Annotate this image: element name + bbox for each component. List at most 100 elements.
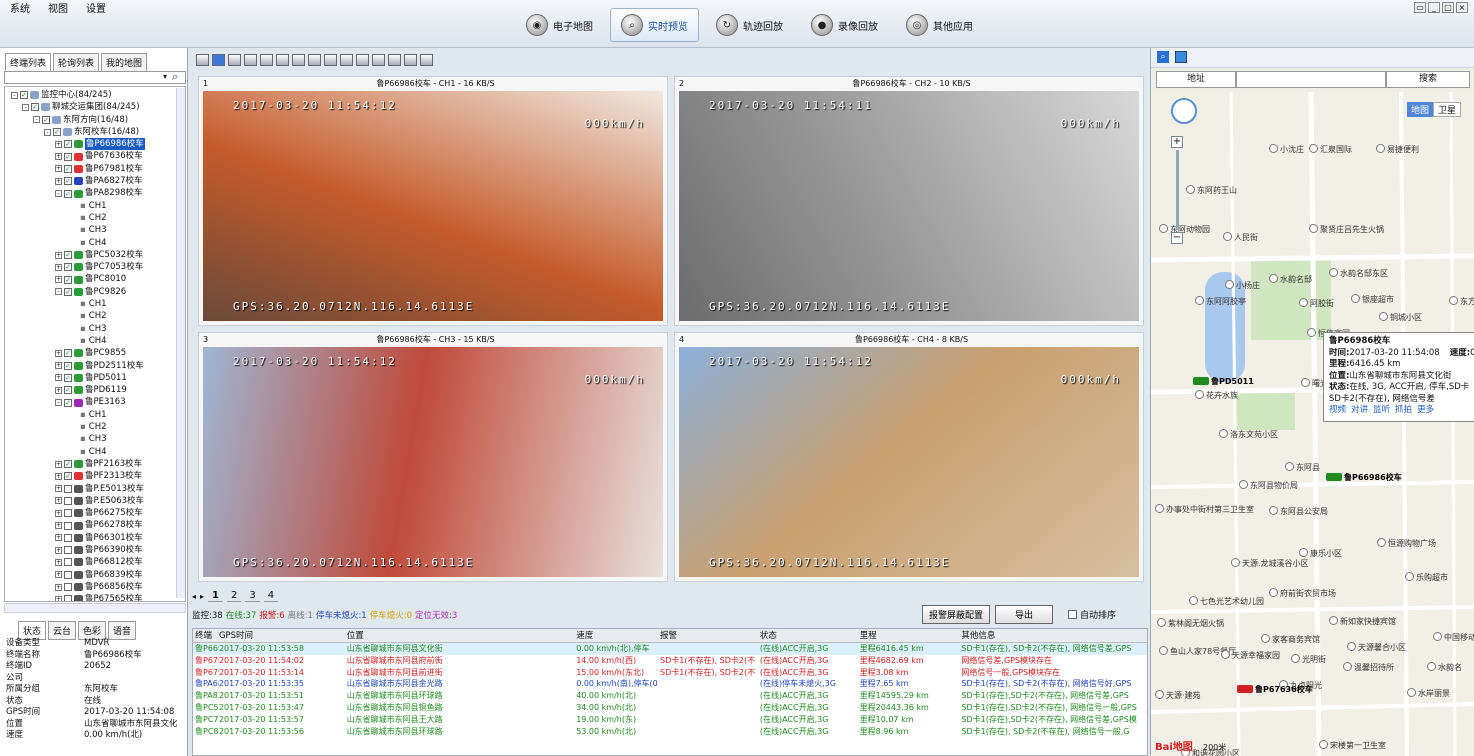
tree-checkbox[interactable]: ✓ — [64, 177, 72, 186]
map-poi-label[interactable]: 光明街 — [1291, 654, 1326, 665]
tree-node[interactable]: + ✓ 鲁PC5032校车 — [5, 249, 185, 261]
status-parked[interactable]: 停车未熄火:1 — [316, 609, 367, 621]
expand-icon[interactable]: + — [55, 251, 62, 259]
nav-recording-button[interactable]: ● 录像回放 — [800, 8, 889, 42]
map-poi-label[interactable]: 天源幸福家园 — [1221, 650, 1280, 661]
tree-checkbox[interactable]: ✓ — [64, 263, 72, 272]
minimize-icon[interactable]: _ — [1428, 2, 1440, 13]
map-poi-label[interactable]: 银座超市 — [1351, 294, 1394, 305]
tree-checkbox[interactable]: ✓ — [42, 115, 50, 124]
layout-16-icon[interactable] — [276, 54, 289, 66]
left-tab-1[interactable]: 轮询列表 — [53, 53, 100, 72]
tree-checkbox[interactable] — [64, 595, 72, 601]
popup-link-0[interactable]: 视频 — [1329, 405, 1346, 415]
popup-link-3[interactable]: 抓拍 — [1395, 405, 1412, 415]
expand-icon[interactable]: + — [55, 165, 62, 173]
map-poi-label[interactable]: 洛东文苑小区 — [1219, 429, 1278, 440]
expand-icon[interactable]: + — [55, 349, 62, 357]
zoom-in-icon[interactable]: + — [1171, 136, 1183, 148]
tree-node[interactable]: + 鲁P66278校车 — [5, 519, 185, 531]
map-poi-label[interactable]: 东阿县 — [1285, 462, 1320, 473]
map-poi-label[interactable]: 天源.龙城溪谷小区 — [1231, 558, 1309, 569]
zoom-out-icon[interactable]: − — [1171, 232, 1183, 244]
left-tab-2[interactable]: 我的地图 — [101, 53, 148, 72]
popup-link-2[interactable]: 监听 — [1373, 405, 1390, 415]
tree-checkbox[interactable]: ✓ — [64, 373, 72, 382]
snapshot-icon[interactable] — [356, 54, 369, 66]
tree-checkbox[interactable] — [64, 484, 72, 493]
map-poi-label[interactable]: 东阿县公安局 — [1269, 506, 1328, 517]
status-parked-off[interactable]: 停车熄火:0 — [370, 609, 412, 621]
tree-node[interactable]: - ✓ 监控中心(84/245) — [5, 89, 185, 101]
tree-checkbox[interactable]: ✓ — [64, 189, 72, 198]
video-window-2[interactable]: 2 鲁P66986校车 - CH2 - 10 KB/S 2017-03-20 11:… — [674, 76, 1144, 326]
tree-node[interactable]: - ✓ 鲁PE3163 — [5, 396, 185, 408]
expand-icon[interactable]: + — [55, 583, 62, 591]
video-feed[interactable]: 2017-03-20 11:54:11 000km/h GPS:36.20.0712… — [679, 91, 1139, 321]
page-tab-3[interactable]: 3 — [245, 590, 260, 602]
tree-checkbox[interactable]: ✓ — [64, 140, 72, 149]
close-icon[interactable]: × — [1456, 2, 1468, 13]
table-row[interactable]: 鲁PC5032校2017-03-20 11:53:47 山东省聊城市东阿县铜鱼路 3… — [193, 702, 1147, 714]
vehicle-marker[interactable]: 鲁PD5011 — [1193, 376, 1254, 387]
layout-8-icon[interactable] — [244, 54, 257, 66]
checkbox-icon[interactable] — [1068, 610, 1077, 619]
tree-checkbox[interactable]: ✓ — [64, 361, 72, 370]
menu-item-0[interactable]: 系统 — [10, 0, 30, 15]
map-search-input[interactable] — [1236, 71, 1386, 88]
map-poi-label[interactable]: 小杨庄 — [1225, 280, 1260, 291]
popup-link-1[interactable]: 对讲 — [1351, 405, 1368, 415]
layout-6-icon[interactable] — [228, 54, 241, 66]
collapse-icon[interactable]: - — [55, 190, 62, 198]
map-poi-label[interactable]: 汇泉国际 — [1309, 144, 1352, 155]
channel-node[interactable]: ▪ CH3 — [5, 433, 185, 445]
column-header[interactable]: 里程 — [860, 629, 962, 642]
tree-node[interactable]: - ✓ 聊城交运集团(84/245) — [5, 101, 185, 113]
search-icon[interactable]: ⌕ — [172, 70, 178, 84]
tree-checkbox[interactable]: ✓ — [64, 398, 72, 407]
nav-track-button[interactable]: ↻ 轨迹回放 — [705, 8, 794, 42]
map-poi-label[interactable]: 七色光艺术幼儿园 — [1189, 596, 1264, 607]
tree-checkbox[interactable]: ✓ — [64, 164, 72, 173]
tree-checkbox[interactable]: ✓ — [53, 128, 61, 137]
tree-checkbox[interactable]: ✓ — [64, 386, 72, 395]
collapse-icon[interactable]: - — [44, 128, 51, 136]
map-poi-label[interactable]: 聚贤庄吕先生火锅 — [1309, 224, 1384, 235]
tree-node[interactable]: - ✓ 东阿方向(16/48) — [5, 114, 185, 126]
map-poi-label[interactable]: 府前街农贸市场 — [1269, 588, 1336, 599]
table-row[interactable]: 鲁PC80102017-03-20 11:53:56 山东省聊城市东阿县环球路 53… — [193, 726, 1147, 738]
map-type-satellite[interactable]: 卫星 — [1433, 102, 1462, 117]
expand-icon[interactable]: + — [55, 558, 62, 566]
tree-checkbox[interactable]: ✓ — [64, 152, 72, 161]
menu-item-2[interactable]: 设置 — [86, 0, 106, 15]
tree-node[interactable]: + ✓ 鲁P67636校车 — [5, 150, 185, 162]
next-page-icon[interactable]: ▸ — [200, 592, 204, 601]
expand-icon[interactable]: + — [55, 386, 62, 394]
tree-checkbox[interactable]: ✓ — [20, 91, 28, 100]
nav-map-button[interactable]: ◉ 电子地图 — [515, 8, 604, 42]
popup-link-4[interactable]: 更多 — [1417, 405, 1434, 415]
expand-icon[interactable]: + — [55, 276, 62, 284]
stop-icon[interactable] — [404, 54, 417, 66]
map-poi-label[interactable]: 东阿药王山 — [1186, 185, 1237, 196]
map-poi-label[interactable]: 家客商务宾馆 — [1261, 634, 1320, 645]
expand-icon[interactable]: + — [55, 485, 62, 493]
window-icon[interactable] — [308, 54, 321, 66]
column-header[interactable]: 其他信息 — [961, 629, 1147, 642]
map-poi-label[interactable]: 新如家快捷宾馆 — [1329, 616, 1396, 627]
expand-icon[interactable]: + — [55, 153, 62, 161]
tree-node[interactable]: + ✓ 鲁PD6119 — [5, 384, 185, 396]
map-poi-label[interactable]: 乐购超市 — [1405, 572, 1448, 583]
tree-node[interactable]: + 鲁P67565校车 — [5, 593, 185, 601]
tree-checkbox[interactable] — [64, 521, 72, 530]
tree-node[interactable]: + ✓ 鲁PD5011 — [5, 372, 185, 384]
table-row[interactable]: 鲁PC7053校2017-03-20 11:53:57 山东省聊城市东阿县王大路 1… — [193, 714, 1147, 726]
collapse-icon[interactable]: - — [55, 399, 62, 407]
table-row[interactable]: 鲁PA8298校2017-03-20 11:53:51 山东省聊城市东阿县环球路 4… — [193, 690, 1147, 702]
alarm-config-button[interactable]: 报警屏蔽配置 — [922, 605, 991, 624]
tree-checkbox[interactable]: ✓ — [64, 349, 72, 358]
vehicle-marker[interactable]: 鲁P67636校车 — [1237, 684, 1313, 695]
table-row[interactable]: 鲁P67981校2017-03-20 11:53:14 山东省聊城市东阿县前进街 1… — [193, 667, 1147, 679]
status-offline[interactable]: 离线:1 — [288, 609, 313, 621]
map-poi-label[interactable]: 天源·建苑 — [1155, 690, 1201, 701]
